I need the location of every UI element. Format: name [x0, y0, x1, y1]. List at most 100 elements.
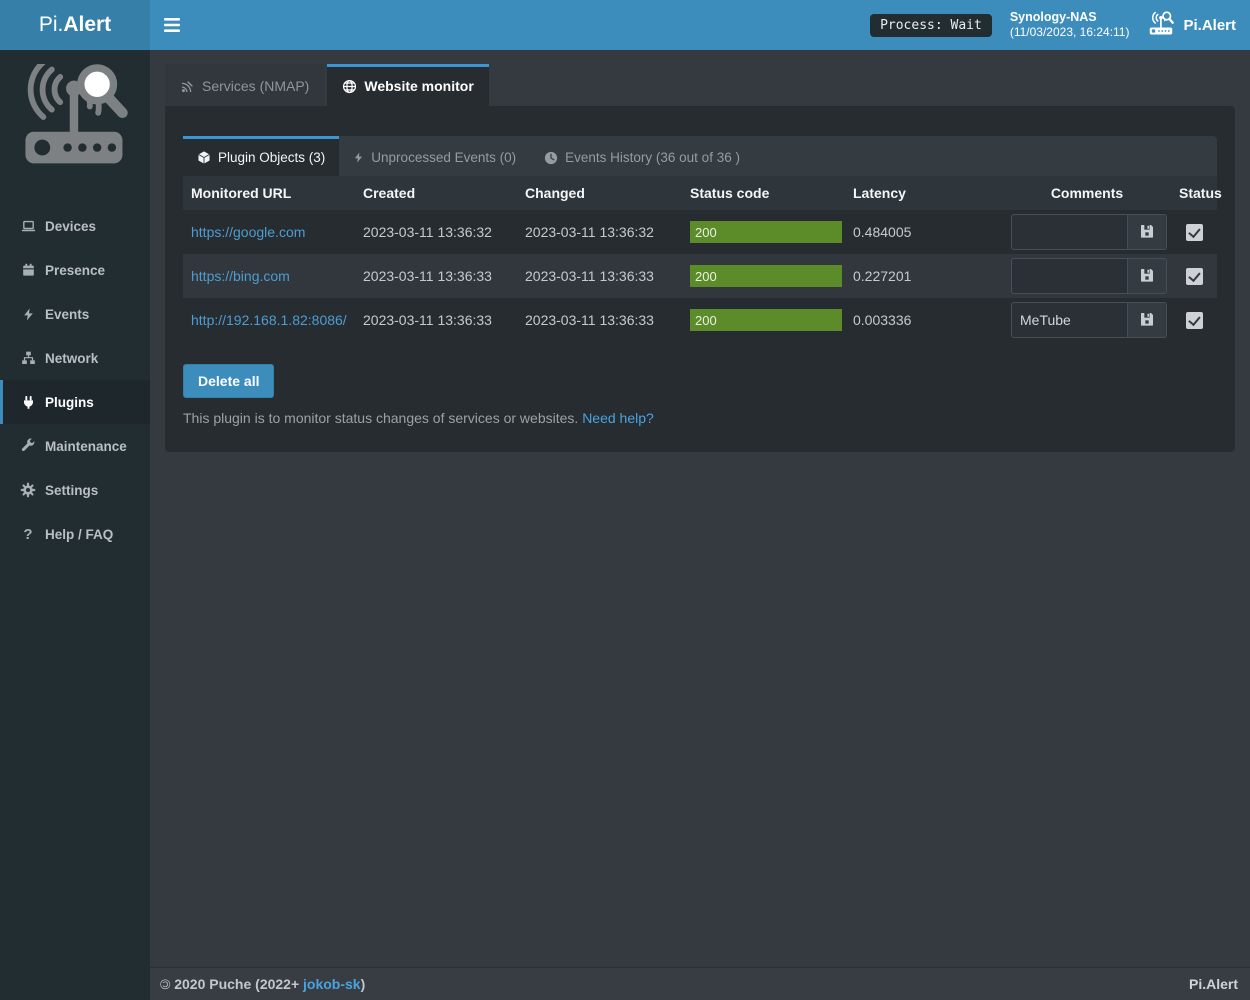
tab-website-monitor[interactable]: Website monitor	[327, 64, 488, 106]
monitored-url-link[interactable]: http://192.168.1.82:8086/	[191, 312, 347, 328]
comment-input[interactable]	[1011, 214, 1127, 250]
comment-input[interactable]	[1011, 258, 1127, 294]
created-cell: 2023-03-11 13:36:33	[355, 298, 517, 342]
host-timestamp: (11/03/2023, 16:24:11)	[1010, 25, 1130, 41]
sidebar-item-label: Settings	[45, 483, 98, 498]
sidebar-item-label: Plugins	[45, 395, 94, 410]
save-icon	[1139, 311, 1155, 330]
bolt-icon	[353, 150, 364, 165]
footer: © 2020 Puche (2022+ jokob-sk) Pi.Alert	[150, 967, 1250, 1000]
host-info: Synology-NAS (11/03/2023, 16:24:11)	[1010, 9, 1130, 41]
latency-cell: 0.227201	[845, 254, 1003, 298]
latency-cell: 0.003336	[845, 298, 1003, 342]
navbar-right: Process: Wait Synology-NAS (11/03/2023, …	[870, 0, 1250, 50]
status-checkbox[interactable]	[1186, 312, 1203, 329]
content-wrapper: Plugins ? Services (NMAP) Website monito…	[150, 0, 1250, 917]
sidebar-item-devices[interactable]: Devices	[0, 204, 150, 248]
footer-app-label: Pi.Alert	[1189, 976, 1238, 992]
header-changed: Changed	[517, 176, 682, 210]
sidebar-item-label: Devices	[45, 219, 96, 234]
comment-input[interactable]	[1011, 302, 1127, 338]
sidebar-toggle-button[interactable]	[150, 0, 194, 50]
globe-icon	[342, 79, 357, 94]
status-checkbox[interactable]	[1186, 268, 1203, 285]
sidebar-item-presence[interactable]: Presence	[0, 248, 150, 292]
question-icon: ?	[18, 526, 38, 543]
sidebar-item-settings[interactable]: Settings	[0, 468, 150, 512]
jokob-sk-link[interactable]: jokob-sk	[303, 976, 361, 992]
plugin-description: This plugin is to monitor status changes…	[183, 410, 1217, 426]
copyleft-symbol: ©	[160, 976, 170, 992]
tab-unprocessed-events[interactable]: Unprocessed Events (0)	[339, 136, 530, 176]
comment-input-group	[1011, 258, 1167, 294]
tab-label: Unprocessed Events (0)	[371, 150, 516, 165]
sidebar-item-events[interactable]: Events	[0, 292, 150, 336]
footer-text-close: )	[361, 976, 366, 992]
save-icon	[1139, 267, 1155, 286]
table-row: https://bing.com 2023-03-11 13:36:33 202…	[183, 254, 1217, 298]
need-help-link[interactable]: Need help?	[582, 410, 654, 426]
latency-cell: 0.484005	[845, 210, 1003, 254]
table-row: http://192.168.1.82:8086/ 2023-03-11 13:…	[183, 298, 1217, 342]
monitored-url-link[interactable]: https://google.com	[191, 224, 305, 240]
object-tabs: Plugin Objects (3) Unprocessed Events (0…	[183, 136, 1217, 176]
sidebar-item-plugins[interactable]: Plugins	[0, 380, 150, 424]
process-status-badge: Process: Wait	[870, 14, 992, 37]
sidebar-item-network[interactable]: Network	[0, 336, 150, 380]
status-code-bar: 200	[690, 221, 842, 243]
footer-copyright: © 2020 Puche (2022+ jokob-sk)	[160, 976, 365, 992]
header-latency: Latency	[845, 176, 1003, 210]
tab-label: Plugin Objects (3)	[218, 150, 325, 165]
created-cell: 2023-03-11 13:36:32	[355, 210, 517, 254]
navbar-app-link[interactable]: Pi.Alert	[1147, 11, 1236, 39]
sidebar-item-label: Maintenance	[45, 439, 127, 454]
sidebar-brand[interactable]: Pi.Alert	[0, 0, 150, 50]
changed-cell: 2023-03-11 13:36:33	[517, 298, 682, 342]
header-comments: Comments	[1003, 176, 1171, 210]
description-text: This plugin is to monitor status changes…	[183, 410, 582, 426]
wrench-icon	[18, 438, 38, 454]
satellite-icon	[180, 79, 195, 94]
save-comment-button[interactable]	[1127, 258, 1167, 294]
sidebar-item-label: Presence	[45, 263, 105, 278]
cube-icon	[197, 150, 211, 165]
header-status-code: Status code	[682, 176, 845, 210]
comment-input-group	[1011, 214, 1167, 250]
plug-icon	[18, 394, 38, 411]
app-logo	[0, 50, 150, 176]
sidebar-item-maintenance[interactable]: Maintenance	[0, 424, 150, 468]
table-header-row: Monitored URL Created Changed Status cod…	[183, 176, 1217, 210]
sitemap-icon	[18, 350, 38, 366]
bolt-icon	[18, 306, 38, 323]
host-name: Synology-NAS	[1010, 9, 1130, 25]
status-checkbox[interactable]	[1186, 224, 1203, 241]
table-row: https://google.com 2023-03-11 13:36:32 2…	[183, 210, 1217, 254]
delete-all-button[interactable]: Delete all	[183, 364, 274, 398]
status-code-bar: 200	[690, 265, 842, 287]
save-comment-button[interactable]	[1127, 214, 1167, 250]
tab-label: Services (NMAP)	[202, 78, 309, 94]
header-created: Created	[355, 176, 517, 210]
sidebar-item-label: Events	[45, 307, 89, 322]
header-monitored-url: Monitored URL	[183, 176, 355, 210]
tab-events-history[interactable]: Events History (36 out of 36 )	[530, 136, 754, 176]
save-comment-button[interactable]	[1127, 302, 1167, 338]
tab-services-nmap[interactable]: Services (NMAP)	[165, 64, 324, 106]
created-cell: 2023-03-11 13:36:33	[355, 254, 517, 298]
plugin-panel: Plugin Objects (3) Unprocessed Events (0…	[165, 106, 1235, 452]
monitored-urls-table: Monitored URL Created Changed Status cod…	[183, 176, 1217, 342]
hamburger-icon	[164, 18, 180, 32]
sidebar-menu: Devices Presence Events Network Plugins	[0, 204, 150, 556]
footer-text: 2020 Puche (2022+	[170, 976, 303, 992]
tab-plugin-objects[interactable]: Plugin Objects (3)	[183, 136, 339, 176]
plugin-tabs: Services (NMAP) Website monitor	[165, 64, 1235, 106]
changed-cell: 2023-03-11 13:36:33	[517, 254, 682, 298]
comment-input-group	[1011, 302, 1167, 338]
sidebar-item-help[interactable]: ? Help / FAQ	[0, 512, 150, 556]
tab-label: Website monitor	[364, 78, 473, 94]
calendar-icon	[18, 262, 38, 278]
monitored-url-link[interactable]: https://bing.com	[191, 268, 290, 284]
brand-bold: Alert	[63, 13, 111, 37]
header-status: Status	[1171, 176, 1217, 210]
clock-icon	[544, 151, 558, 165]
